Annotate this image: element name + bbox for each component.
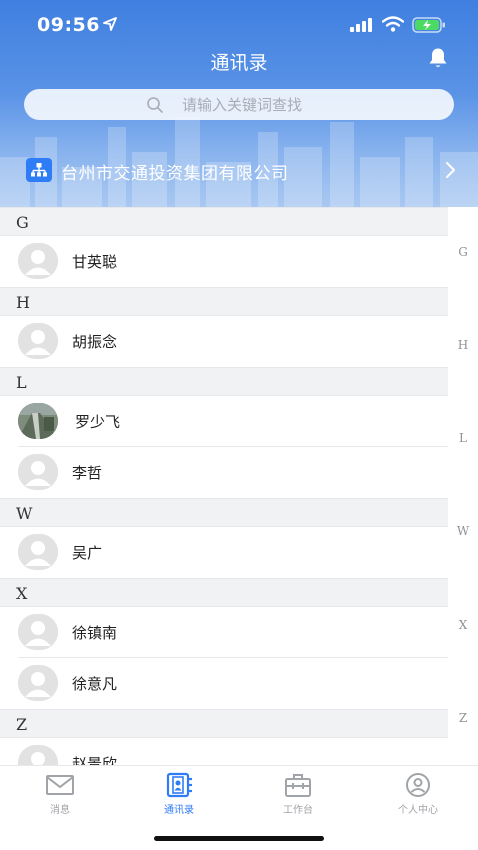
contact-name: 吴广: [72, 544, 103, 562]
tab-label: 工作台: [283, 805, 313, 816]
avatar-placeholder-icon: [18, 534, 58, 570]
contact-list[interactable]: G 甘英聪 H 胡振念 L 罗少飞李哲 W 吴广 X 徐镇南徐意凡 Z 赵景欣: [0, 207, 448, 765]
status-time: 09:56: [37, 14, 100, 36]
contact-name: 甘英聪: [72, 253, 118, 271]
avatar-placeholder-icon: [18, 454, 58, 490]
section-header-w: W: [0, 498, 448, 527]
contact-name: 徐意凡: [72, 675, 118, 693]
cellular-signal-icon: [350, 18, 372, 32]
contact-name: 赵景欣: [72, 755, 118, 765]
section-header-x: X: [0, 578, 448, 607]
avatar-placeholder-icon: [18, 243, 58, 279]
mail-icon: [46, 775, 74, 795]
header: 09:56 通讯录 请输入关键词查找 台州市交通投资集团有限公司: [0, 0, 478, 207]
chevron-right-icon: [446, 162, 455, 178]
index-letter-l[interactable]: L: [448, 431, 478, 445]
contact-row[interactable]: 徐镇南: [0, 607, 448, 658]
battery-charging-icon: [412, 17, 445, 33]
index-letter-g[interactable]: G: [448, 245, 478, 259]
organization-name: 台州市交通投资集团有限公司: [61, 164, 289, 184]
briefcase-icon: [285, 774, 311, 797]
avatar-photo: [18, 403, 58, 439]
index-letter-x[interactable]: X: [448, 618, 478, 632]
section-header-l: L: [0, 367, 448, 396]
contact-row[interactable]: 罗少飞: [0, 396, 448, 447]
search-bar[interactable]: [24, 89, 454, 120]
avatar-placeholder-icon: [18, 665, 58, 701]
location-arrow-icon: [103, 17, 117, 31]
contact-row[interactable]: 吴广: [0, 527, 448, 578]
org-chart-icon: [26, 158, 52, 182]
contact-row[interactable]: 胡振念: [0, 316, 448, 367]
contact-row[interactable]: 甘英聪: [0, 236, 448, 287]
index-letter-w[interactable]: W: [448, 524, 478, 538]
contact-name: 李哲: [72, 464, 103, 482]
avatar-placeholder-icon: [18, 745, 58, 765]
organization-row[interactable]: 台州市交通投资集团有限公司: [0, 150, 478, 190]
tab-workbench[interactable]: 工作台: [253, 772, 343, 816]
tab-label: 消息: [50, 805, 70, 816]
section-header-g: G: [0, 207, 448, 236]
contact-name: 胡振念: [72, 333, 118, 351]
contact-row[interactable]: 徐意凡: [0, 658, 448, 709]
contact-name: 徐镇南: [72, 624, 118, 642]
search-input[interactable]: [182, 95, 332, 114]
tab-label: 个人中心: [398, 805, 438, 816]
contact-name: 罗少飞: [75, 413, 121, 431]
tab-label: 通讯录: [164, 805, 194, 816]
index-letter-z[interactable]: Z: [448, 711, 478, 725]
wifi-icon: [382, 16, 404, 32]
avatar-placeholder-icon: [18, 614, 58, 650]
tab-profile[interactable]: 个人中心: [373, 772, 463, 816]
contact-row[interactable]: 赵景欣: [0, 738, 448, 765]
tab-contacts[interactable]: 通讯录: [134, 772, 224, 816]
user-circle-icon: [406, 773, 430, 797]
section-header-h: H: [0, 287, 448, 316]
contacts-screen: 09:56 通讯录 请输入关键词查找 台州市交通投资集团有限公司 G 甘英聪 H…: [0, 0, 478, 850]
section-header-z: Z: [0, 709, 448, 738]
alphabet-index-bar[interactable]: G H L W X Z: [448, 207, 478, 765]
search-icon: [147, 96, 163, 113]
status-bar: 09:56: [0, 0, 478, 50]
bell-icon[interactable]: [426, 46, 450, 70]
page-title: 通讯录: [210, 52, 268, 74]
home-indicator: [154, 836, 324, 841]
tab-messages[interactable]: 消息: [15, 772, 105, 816]
contact-row[interactable]: 李哲: [0, 447, 448, 498]
contacts-icon: [166, 772, 192, 798]
avatar-placeholder-icon: [18, 323, 58, 359]
index-letter-h[interactable]: H: [448, 338, 478, 352]
